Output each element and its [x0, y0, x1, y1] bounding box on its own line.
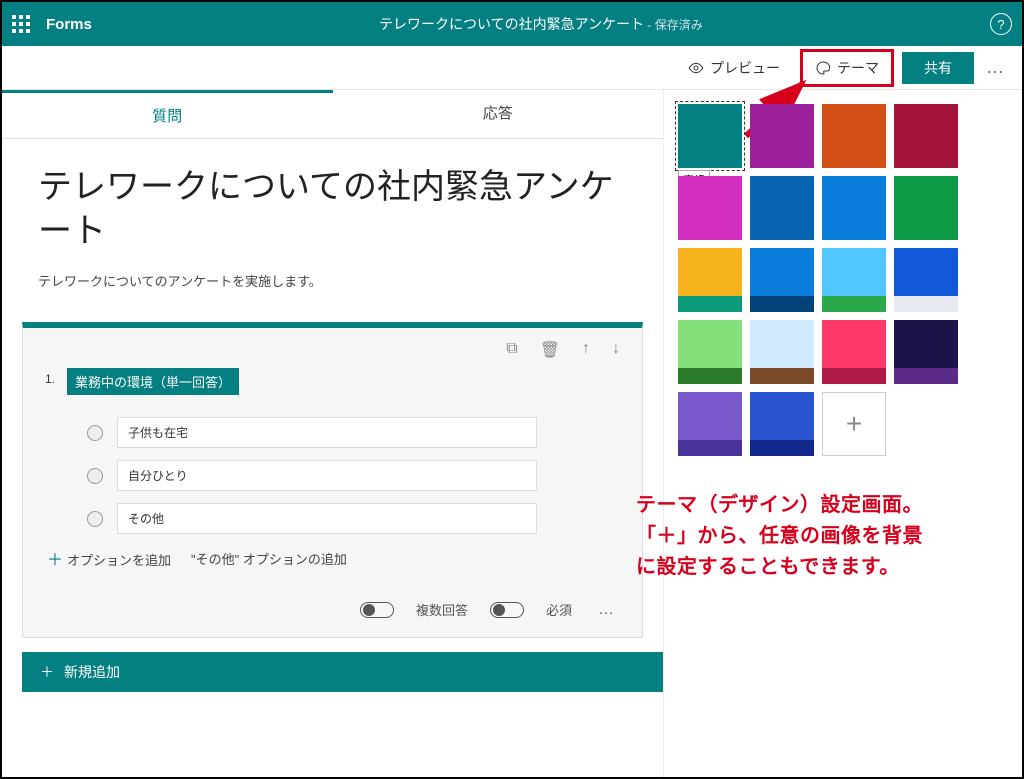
theme-image-tile[interactable]	[822, 320, 886, 384]
action-row: プレビュー テーマ 共有 …	[2, 46, 1022, 90]
tab-questions[interactable]: 質問	[2, 90, 333, 138]
theme-image-tile[interactable]	[822, 248, 886, 312]
form-description[interactable]: テレワークについてのアンケートを実施します。	[38, 271, 627, 290]
question-more-button[interactable]: …	[594, 601, 620, 619]
option-row: 子供も在宅	[87, 417, 620, 448]
help-button[interactable]: ?	[990, 13, 1012, 35]
option-row: その他	[87, 503, 620, 534]
more-actions-button[interactable]: …	[982, 57, 1010, 78]
copy-question-button[interactable]: ⧉	[506, 340, 517, 360]
theme-swatch[interactable]	[750, 104, 814, 168]
theme-swatch[interactable]	[894, 176, 958, 240]
form-title[interactable]: テレワークについての社内緊急アンケート	[38, 165, 627, 253]
radio-icon	[87, 425, 103, 441]
option-input[interactable]: 子供も在宅	[117, 417, 537, 448]
product-name: Forms	[46, 16, 92, 33]
theme-swatch[interactable]: 青緑	[678, 104, 742, 168]
add-option-button[interactable]: ＋オプションを追加	[47, 546, 171, 570]
theme-image-tile[interactable]	[750, 248, 814, 312]
palette-icon	[815, 60, 831, 76]
main-area: 質問 応答 テレワークについての社内緊急アンケート テレワークについてのアンケー…	[2, 90, 1022, 777]
question-footer: 複数回答 必須 …	[45, 600, 620, 619]
question-title-input[interactable]: 業務中の環境（単一回答）	[67, 368, 239, 395]
editor-column: 質問 応答 テレワークについての社内緊急アンケート テレワークについてのアンケー…	[2, 90, 664, 777]
option-input[interactable]: その他	[117, 503, 537, 534]
document-title: テレワークについての社内緊急アンケート - 保存済み	[92, 14, 990, 34]
options-list: 子供も在宅 自分ひとり その他	[87, 417, 620, 534]
preview-label: プレビュー	[710, 58, 780, 78]
eye-icon	[688, 60, 704, 76]
theme-swatch[interactable]	[822, 104, 886, 168]
add-theme-button[interactable]: +	[822, 392, 886, 456]
theme-swatch[interactable]	[894, 104, 958, 168]
multi-answer-label: 複数回答	[416, 600, 468, 619]
app-bar: Forms テレワークについての社内緊急アンケート - 保存済み ?	[2, 2, 1022, 46]
question-number: 1.	[45, 368, 55, 386]
theme-label: テーマ	[837, 58, 879, 78]
multi-answer-toggle[interactable]	[360, 602, 394, 618]
question-card: ⧉ 🗑 ↑ ↓ 1. 業務中の環境（単一回答） 子供も在宅 自分ひとり	[22, 322, 643, 638]
theme-image-tile[interactable]	[678, 248, 742, 312]
add-question-label: 新規追加	[64, 662, 120, 682]
theme-swatch[interactable]	[750, 176, 814, 240]
radio-icon	[87, 468, 103, 484]
editor-tabs: 質問 応答	[2, 90, 663, 139]
move-up-button[interactable]: ↑	[582, 340, 590, 360]
plus-icon: ＋	[40, 662, 54, 682]
required-toggle[interactable]	[490, 602, 524, 618]
question-row: 1. 業務中の環境（単一回答）	[45, 368, 620, 395]
move-down-button[interactable]: ↓	[612, 340, 620, 360]
radio-icon	[87, 511, 103, 527]
app-launcher-icon[interactable]	[12, 15, 30, 33]
theme-grid: 青緑 +	[678, 104, 1008, 456]
theme-image-tile[interactable]	[678, 392, 742, 456]
option-row: 自分ひとり	[87, 460, 620, 491]
add-question-button[interactable]: ＋ 新規追加	[22, 652, 663, 692]
theme-image-tile[interactable]	[750, 392, 814, 456]
share-button[interactable]: 共有	[902, 52, 974, 84]
theme-swatch[interactable]	[678, 176, 742, 240]
delete-question-button[interactable]: 🗑	[540, 340, 560, 360]
theme-panel: 青緑+ テーマ（デザイン）設定画面。 「＋」から、任意の画像を背景 に設定するこ…	[664, 90, 1022, 777]
form-header[interactable]: テレワークについての社内緊急アンケート テレワークについてのアンケートを実施しま…	[2, 139, 663, 304]
theme-image-tile[interactable]	[678, 320, 742, 384]
theme-image-tile[interactable]	[894, 248, 958, 312]
add-option-row: ＋オプションを追加 "その他" オプションの追加	[47, 546, 620, 570]
question-toolbar: ⧉ 🗑 ↑ ↓	[45, 340, 620, 360]
tab-responses[interactable]: 応答	[333, 90, 664, 138]
annotation-text: テーマ（デザイン）設定画面。 「＋」から、任意の画像を背景 に設定することもでき…	[636, 490, 923, 583]
required-label: 必須	[546, 600, 572, 619]
option-input[interactable]: 自分ひとり	[117, 460, 537, 491]
add-other-option-button[interactable]: "その他" オプションの追加	[191, 549, 347, 568]
theme-image-tile[interactable]	[894, 320, 958, 384]
theme-image-tile[interactable]	[750, 320, 814, 384]
theme-swatch[interactable]	[822, 176, 886, 240]
